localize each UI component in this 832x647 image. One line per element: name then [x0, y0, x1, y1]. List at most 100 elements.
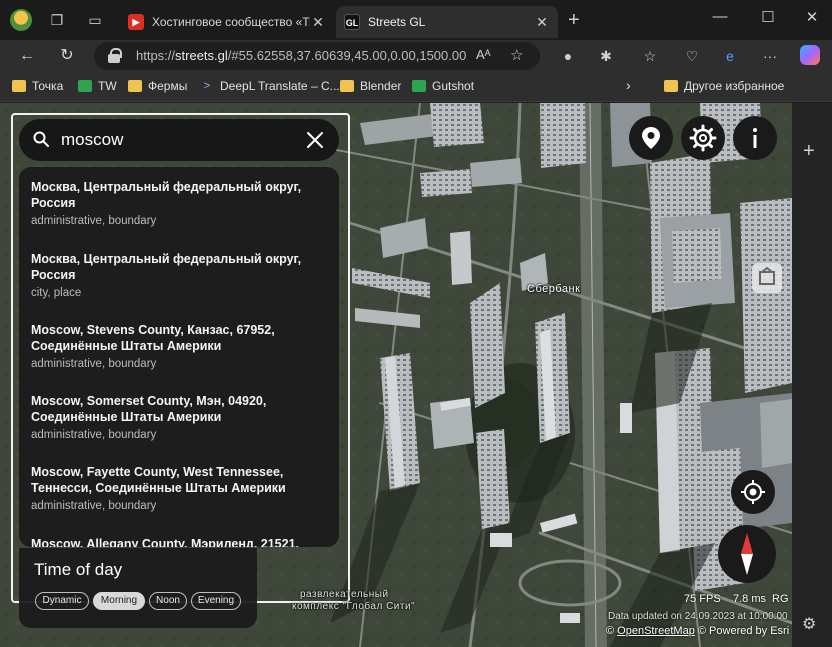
copilot-icon[interactable]	[800, 45, 820, 65]
frame-time: 7.8 ms	[733, 593, 767, 605]
result-title: Moscow, Somerset County, Мэн, 04920, Сое…	[31, 394, 267, 424]
search-result[interactable]: Moscow, Somerset County, Мэн, 04920, Сое…	[19, 393, 339, 443]
search-result[interactable]: Москва, Центральный федеральный округ, Р…	[19, 179, 339, 229]
bookmark-gutshot[interactable]: Gutshot	[412, 79, 474, 93]
my-location-button[interactable]	[731, 470, 775, 514]
bookmark-other-favorites[interactable]: Другое избранное	[664, 79, 784, 93]
bookmarks-overflow-chevron-icon[interactable]: ›	[626, 77, 631, 93]
url-text[interactable]: https://streets.gl/#55.62558,37.60639,45…	[136, 48, 466, 63]
folder-icon	[128, 80, 142, 92]
crosshair-icon	[741, 480, 765, 504]
map-viewport[interactable]: Москва, Центральный федеральный округ, Р…	[0, 103, 792, 647]
gear-icon	[689, 124, 717, 152]
result-title: Moscow, Stevens County, Канзас, 67952, С…	[31, 323, 275, 353]
bookmark-fermy[interactable]: Фермы	[128, 79, 187, 93]
clear-search-icon[interactable]	[305, 130, 325, 150]
extension-ghost-icon[interactable]: ●	[558, 46, 578, 66]
address-bar[interactable]: https://streets.gl/#55.62558,37.60639,45…	[94, 42, 540, 70]
search-result[interactable]: Moscow, Stevens County, Канзас, 67952, С…	[19, 322, 339, 372]
maximize-icon[interactable]: ☐	[748, 8, 788, 26]
add-sidebar-app-icon[interactable]: +	[803, 140, 815, 163]
time-dynamic-button[interactable]: Dynamic	[35, 592, 89, 610]
result-title: Moscow, Allegany County, Мэриленд, 21521…	[31, 537, 299, 547]
poi-label: развлекательный	[300, 589, 389, 600]
time-of-day-title: Time of day	[34, 560, 123, 579]
result-title: Москва, Центральный федеральный округ, Р…	[31, 180, 302, 210]
edge-sidebar	[792, 103, 832, 647]
search-results-list: Москва, Центральный федеральный округ, Р…	[19, 167, 339, 547]
folder-icon	[12, 80, 26, 92]
lock-icon[interactable]	[108, 48, 122, 63]
tab-timeweb[interactable]: ▶ Хостинговое сообщество «Timeweb» ✕	[120, 6, 334, 38]
compass-button[interactable]	[718, 525, 776, 583]
folder-icon	[664, 80, 678, 92]
profile-avatar[interactable]	[10, 9, 32, 31]
time-of-day-panel: Time of day Dynamic Morning Noon Evening	[19, 548, 257, 628]
bookmark-tw[interactable]: TW	[78, 79, 117, 93]
tab-streets-gl[interactable]: GL Streets GL ✕	[336, 6, 558, 38]
info-button[interactable]	[733, 116, 777, 160]
read-aloud-icon[interactable]: Aᴬ	[476, 47, 491, 62]
tab-close-icon[interactable]: ✕	[310, 14, 326, 31]
search-result[interactable]: Moscow, Allegany County, Мэриленд, 21521…	[19, 536, 339, 547]
streets-gl-favicon-icon: GL	[344, 14, 360, 30]
refresh-icon[interactable]: ↻	[56, 45, 78, 67]
search-icon	[33, 131, 49, 147]
search-result[interactable]: Moscow, Fayette County, West Tennessee, …	[19, 464, 339, 514]
tab-title: Streets GL	[368, 15, 426, 29]
settings-button[interactable]	[681, 116, 725, 160]
time-morning-button[interactable]: Morning	[93, 592, 145, 610]
tab-close-icon[interactable]: ✕	[534, 14, 550, 31]
workspaces-icon[interactable]: ❐	[48, 11, 66, 29]
extensions-puzzle-icon[interactable]: ✱	[596, 46, 616, 66]
more-menu-icon[interactable]: ···	[760, 46, 780, 66]
info-icon	[753, 128, 757, 148]
fps-counter: 75 FPS	[684, 593, 721, 605]
bookmark-green-icon	[78, 80, 92, 92]
tab-title: Хостинговое сообщество «Timeweb»	[152, 15, 310, 29]
folder-icon	[340, 80, 354, 92]
esri-attribution: © Powered by Esri	[697, 625, 790, 637]
result-type: administrative, boundary	[31, 358, 157, 370]
new-tab-icon[interactable]: +	[568, 9, 580, 32]
address-toolbar: ← ↻ https://streets.gl/#55.62558,37.6063…	[0, 40, 832, 72]
search-input[interactable]	[61, 129, 291, 151]
tab-bar: ❐ ▭ ▶ Хостинговое сообщество «Timeweb» ✕…	[0, 0, 832, 40]
favorite-star-icon[interactable]: ☆	[510, 46, 523, 64]
location-pin-icon	[642, 127, 660, 149]
location-pin-button[interactable]	[629, 116, 673, 160]
bookmark-blender[interactable]: Blender	[340, 79, 401, 93]
deepl-icon: >	[203, 80, 211, 92]
time-evening-button[interactable]: Evening	[191, 592, 241, 610]
result-title: Moscow, Fayette County, West Tennessee, …	[31, 465, 286, 495]
poi-label: комплекс "Глобал Сити"	[292, 601, 416, 612]
renderer-label: RG	[772, 593, 789, 605]
browser-window: ❐ ▭ ▶ Хостинговое сообщество «Timeweb» ✕…	[0, 0, 832, 647]
edge-icon[interactable]: e	[720, 46, 740, 66]
result-type: administrative, boundary	[31, 429, 157, 441]
minimize-icon[interactable]: —	[700, 8, 740, 25]
sidebar-settings-gear-icon[interactable]: ⚙	[802, 614, 816, 634]
result-type: administrative, boundary	[31, 215, 157, 227]
bookmarks-bar: Точка TW Фермы > DeepL Translate – С... B…	[0, 72, 832, 102]
close-window-icon[interactable]: ✕	[792, 8, 832, 26]
bookmark-deepl[interactable]: > DeepL Translate – С...	[200, 79, 340, 93]
result-title: Москва, Центральный федеральный округ, Р…	[31, 252, 302, 282]
tab-actions-icon[interactable]: ▭	[86, 11, 104, 29]
search-result[interactable]: Москва, Центральный федеральный округ, Р…	[19, 251, 339, 301]
time-noon-button[interactable]: Noon	[149, 592, 187, 610]
browser-essentials-icon[interactable]: ♡	[682, 46, 702, 66]
back-arrow-icon[interactable]: ←	[16, 45, 38, 67]
timeweb-favicon-icon: ▶	[128, 14, 144, 30]
result-type: administrative, boundary	[31, 500, 157, 512]
poi-label: Сбербанк	[527, 283, 581, 295]
search-bar[interactable]	[19, 119, 339, 161]
bookmark-tochka[interactable]: Точка	[12, 79, 63, 93]
bookmark-green-icon	[412, 80, 426, 92]
result-type: city, place	[31, 287, 82, 299]
osm-link[interactable]: OpenStreetMap	[617, 625, 695, 637]
compass-icon	[741, 533, 753, 575]
favorites-icon[interactable]: ☆	[640, 46, 660, 66]
landmark-badge-icon[interactable]	[752, 263, 782, 293]
data-updated-text: Data updated on 24.09.2023 at 10:00:00	[608, 611, 788, 622]
